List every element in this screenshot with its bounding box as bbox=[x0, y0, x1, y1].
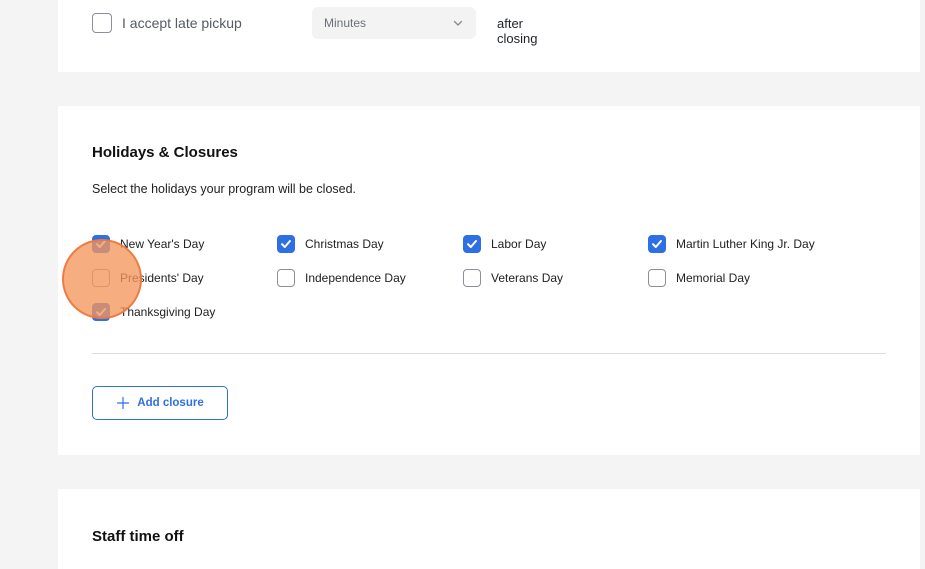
holiday-label: New Year's Day bbox=[120, 237, 205, 251]
holiday-checkbox[interactable] bbox=[92, 303, 110, 321]
holiday-item-mlk-day[interactable]: Martin Luther King Jr. Day bbox=[648, 234, 815, 254]
holiday-item-christmas-day[interactable]: Christmas Day bbox=[277, 234, 384, 254]
check-icon bbox=[467, 240, 477, 248]
holiday-label: Independence Day bbox=[305, 271, 406, 285]
holiday-checkbox[interactable] bbox=[277, 269, 295, 287]
holiday-item-presidents-day[interactable]: Presidents' Day bbox=[92, 268, 204, 288]
holiday-item-veterans-day[interactable]: Veterans Day bbox=[463, 268, 563, 288]
after-closing-text: after closing bbox=[497, 16, 538, 46]
holiday-item-independence-day[interactable]: Independence Day bbox=[277, 268, 406, 288]
chevron-down-icon bbox=[453, 20, 463, 26]
section-divider bbox=[92, 353, 886, 354]
holiday-label: Labor Day bbox=[491, 237, 547, 251]
holiday-item-new-years-day[interactable]: New Year's Day bbox=[92, 234, 204, 254]
check-icon bbox=[281, 240, 291, 248]
holiday-label: Presidents' Day bbox=[120, 271, 204, 285]
late-pickup-card: I accept late pickup Minutes after closi… bbox=[58, 0, 920, 72]
add-closure-label: Add closure bbox=[137, 397, 204, 409]
add-closure-button[interactable]: Add closure bbox=[92, 386, 228, 420]
holidays-card: Holidays & Closures Select the holidays … bbox=[58, 106, 920, 455]
check-icon bbox=[96, 240, 106, 248]
late-pickup-label: I accept late pickup bbox=[122, 15, 242, 31]
check-icon bbox=[652, 240, 662, 248]
holiday-label: Veterans Day bbox=[491, 271, 564, 285]
plus-icon bbox=[117, 396, 130, 410]
holiday-checkbox[interactable] bbox=[648, 269, 666, 287]
check-icon bbox=[96, 308, 106, 316]
holiday-label: Martin Luther King Jr. Day bbox=[676, 237, 815, 251]
staff-time-off-card: Staff time off bbox=[58, 489, 920, 569]
holiday-checkbox[interactable] bbox=[648, 235, 666, 253]
late-pickup-checkbox[interactable] bbox=[92, 13, 112, 33]
holiday-item-memorial-day[interactable]: Memorial Day bbox=[648, 268, 750, 288]
staff-time-off-title: Staff time off bbox=[92, 528, 184, 545]
late-pickup-unit-value: Minutes bbox=[324, 16, 367, 30]
holiday-label: Christmas Day bbox=[305, 237, 384, 251]
holiday-checkbox[interactable] bbox=[463, 235, 481, 253]
holidays-title: Holidays & Closures bbox=[92, 144, 238, 161]
late-pickup-row: I accept late pickup Minutes after closi… bbox=[92, 7, 537, 46]
holiday-checkbox[interactable] bbox=[92, 269, 110, 287]
holidays-description: Select the holidays your program will be… bbox=[92, 182, 357, 196]
holiday-item-thanksgiving-day[interactable]: Thanksgiving Day bbox=[92, 302, 215, 322]
holiday-checkbox[interactable] bbox=[92, 235, 110, 253]
late-pickup-unit-select[interactable]: Minutes bbox=[312, 7, 476, 39]
holiday-checkbox[interactable] bbox=[277, 235, 295, 253]
holiday-label: Thanksgiving Day bbox=[120, 305, 216, 319]
holiday-label: Memorial Day bbox=[676, 271, 751, 285]
holiday-item-labor-day[interactable]: Labor Day bbox=[463, 234, 546, 254]
holiday-checkbox[interactable] bbox=[463, 269, 481, 287]
